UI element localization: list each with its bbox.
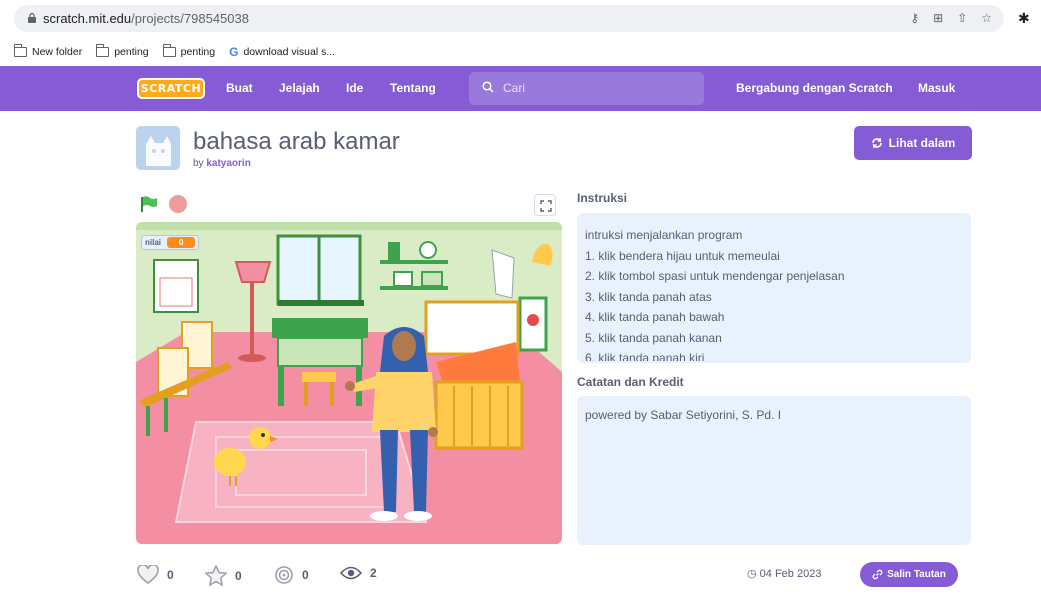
search-icon	[482, 81, 494, 93]
nav-explore[interactable]: Jelajah	[279, 66, 320, 111]
project-stage[interactable]	[136, 222, 562, 544]
favorite-count: 0	[235, 568, 242, 583]
bookmark-label: penting	[180, 46, 216, 58]
cat-avatar-icon	[136, 126, 180, 170]
views-stat: 2	[340, 565, 377, 581]
bookmark-label: penting	[114, 46, 149, 58]
folder-icon	[162, 44, 176, 57]
browser-address-bar: scratch.mit.edu/projects/798545038 ⚷ ⊞ ⇧…	[0, 0, 1041, 38]
instruction-line: 1. klik bendera hijau untuk memeulai	[585, 248, 780, 263]
project-title: bahasa arab kamar	[193, 128, 400, 155]
share-date: ◷ 04 Feb 2023	[747, 567, 821, 580]
instruction-line: 6. klik tanda panah kiri	[585, 351, 705, 361]
instructions-heading: Instruksi	[577, 191, 628, 205]
love-count: 0	[167, 568, 174, 582]
variable-monitor: nilai 0	[141, 235, 200, 250]
notes-heading: Catatan dan Kredit	[577, 375, 684, 389]
copy-link-button[interactable]: Salin Tautan	[860, 562, 958, 587]
url-text: scratch.mit.edu/projects/798545038	[43, 11, 249, 26]
instruction-line: intruksi menjalankan program	[585, 228, 743, 242]
see-inside-button[interactable]: Lihat dalam	[854, 126, 972, 160]
fullscreen-icon	[540, 200, 552, 212]
clock-icon: ◷	[747, 568, 757, 580]
see-inside-label: Lihat dalam	[888, 136, 956, 150]
instruction-line: 5. klik tanda panah kanan	[585, 330, 722, 345]
remix-icon	[275, 566, 293, 584]
bookmark-label: download visual s...	[243, 46, 336, 58]
search-placeholder: Cari	[503, 81, 526, 95]
fullscreen-button[interactable]	[534, 194, 556, 216]
remix-arrows-icon	[871, 137, 882, 149]
search-input[interactable]: Cari	[469, 72, 704, 105]
instruction-line: 3. klik tanda panah atas	[585, 289, 712, 304]
join-scratch-link[interactable]: Bergabung dengan Scratch	[736, 66, 893, 111]
love-stat[interactable]: 0	[137, 565, 174, 585]
url-field[interactable]: scratch.mit.edu/projects/798545038 ⚷ ⊞ ⇧…	[14, 5, 1004, 32]
folder-icon	[14, 44, 27, 57]
key-icon[interactable]: ⚷	[910, 10, 919, 26]
instruction-line: 2. klik tombol spasi untuk mendengar pen…	[585, 269, 845, 283]
folder-icon	[96, 44, 110, 57]
remix-count: 0	[302, 568, 309, 582]
heart-icon	[137, 565, 159, 584]
favorite-stat[interactable]: 0	[205, 565, 242, 586]
project-byline: by katyaorin	[193, 158, 251, 169]
instructions-text: intruksi menjalankan program 1. klik ben…	[585, 225, 970, 361]
sign-in-link[interactable]: Masuk	[918, 66, 955, 111]
avatar[interactable]	[136, 126, 180, 170]
variable-value: 0	[167, 237, 196, 248]
eye-icon	[340, 566, 362, 580]
remix-stat: 0	[274, 565, 309, 585]
link-icon	[872, 569, 883, 580]
views-count: 2	[370, 566, 377, 580]
bookmark-item[interactable]: Gdownload visual s...	[229, 45, 335, 59]
instruction-line: 4. klik tanda panah bawah	[585, 310, 725, 324]
translate-icon[interactable]: ⊞	[933, 10, 943, 26]
author-link[interactable]: katyaorin	[206, 158, 250, 169]
nav-create[interactable]: Buat	[226, 66, 253, 111]
nav-about[interactable]: Tentang	[390, 66, 436, 111]
bookmark-item[interactable]: penting	[96, 44, 149, 58]
google-icon: G	[229, 45, 239, 59]
bookmark-item[interactable]: New folder	[14, 44, 83, 58]
copy-link-label: Salin Tautan	[887, 569, 946, 580]
bookmarks-bar: New folder penting penting Gdownload vis…	[0, 38, 1041, 66]
lock-icon	[28, 13, 36, 23]
date-text: 04 Feb 2023	[759, 568, 822, 580]
bookmark-item[interactable]: penting	[162, 44, 216, 58]
share-icon[interactable]: ⇧	[957, 10, 967, 26]
star-icon	[205, 565, 227, 586]
extensions-icon[interactable]: ✱	[1018, 10, 1030, 27]
notes-text: powered by Sabar Setiyorini, S. Pd. I	[585, 408, 782, 422]
variable-name: nilai	[145, 238, 162, 247]
scratch-menu-bar: SCRATCH Buat Jelajah Ide Tentang Cari Be…	[0, 66, 1041, 111]
green-flag-icon[interactable]	[140, 196, 158, 212]
star-icon[interactable]: ☆	[981, 10, 992, 26]
bookmark-label: New folder	[32, 46, 83, 58]
bedroom-scene-illustration	[136, 222, 562, 544]
scratch-logo[interactable]: SCRATCH	[137, 78, 205, 99]
nav-ideas[interactable]: Ide	[346, 66, 363, 111]
stop-button[interactable]	[169, 195, 187, 213]
